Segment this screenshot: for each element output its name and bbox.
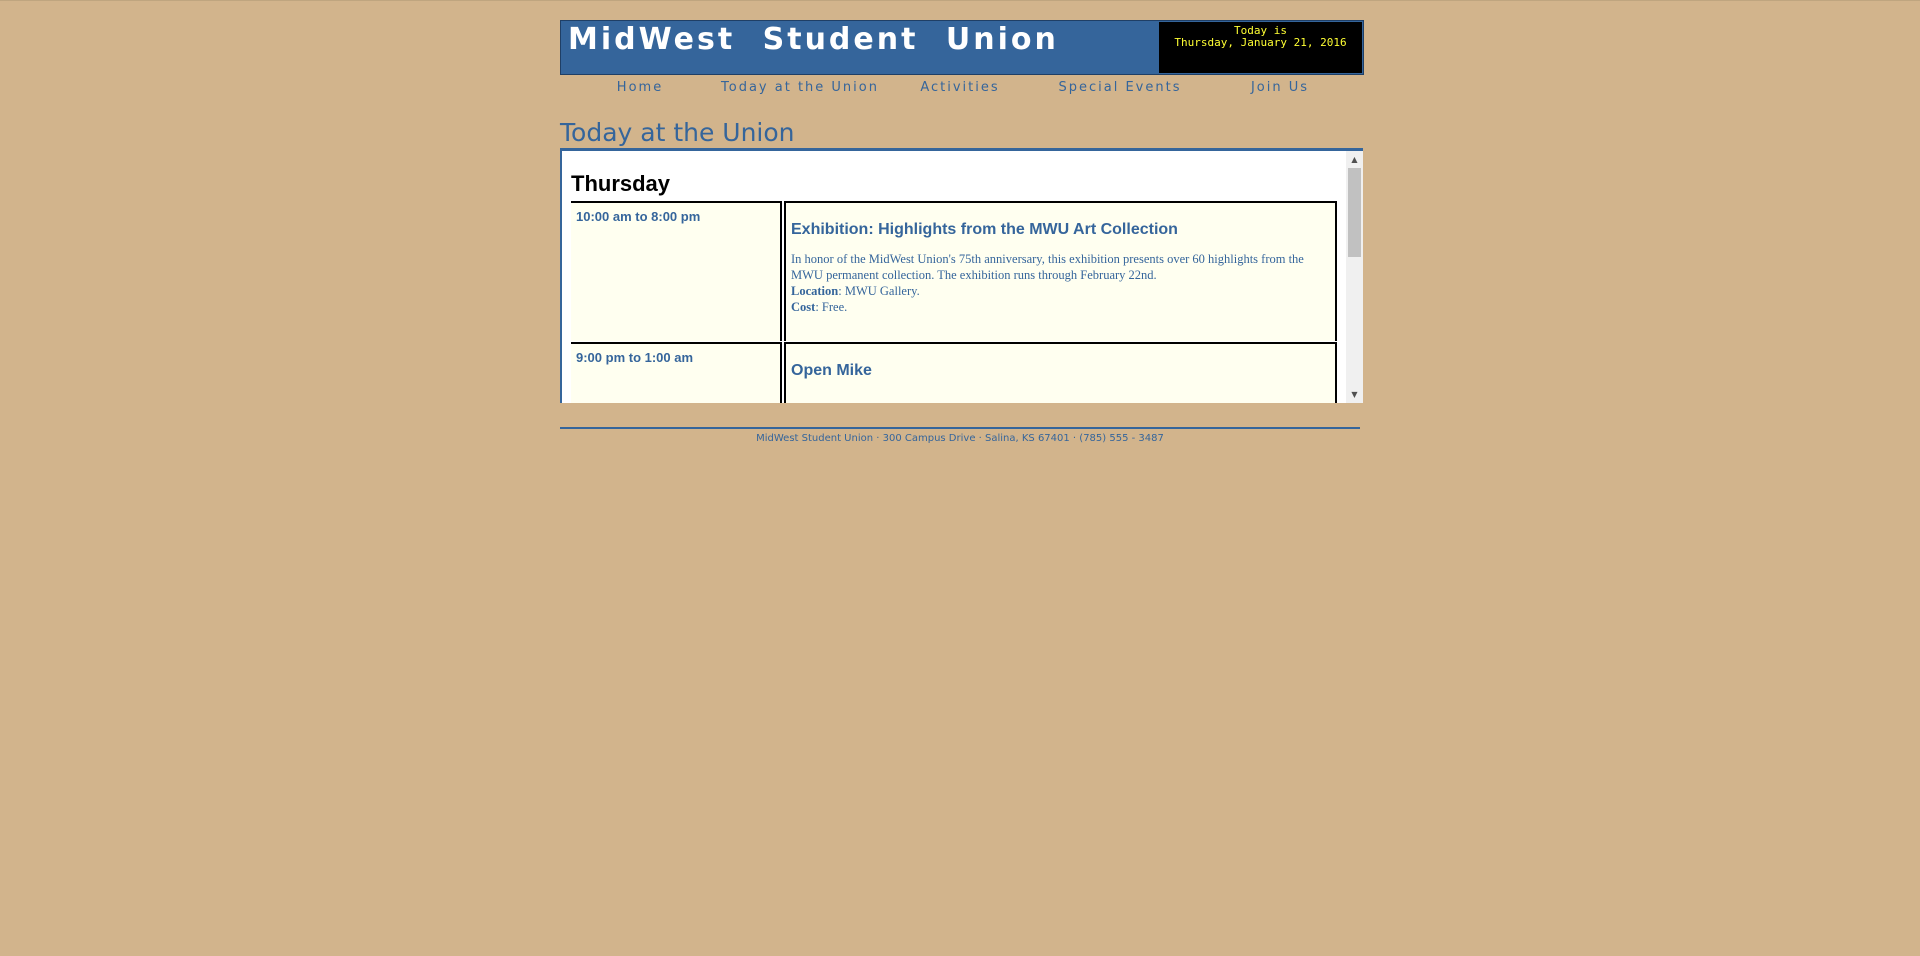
event-time: 9:00 pm to 1:00 am	[571, 342, 782, 403]
scroll-up-icon[interactable]: ▲	[1346, 151, 1363, 168]
scroll-down-icon[interactable]: ▼	[1346, 386, 1363, 403]
event-row: 10:00 am to 8:00 pm Exhibition: Highligh…	[571, 201, 1337, 341]
event-title: Open Mike	[791, 362, 872, 379]
event-row: 9:00 pm to 1:00 am Open Mike	[571, 342, 1337, 403]
page-title: Today at the Union	[560, 118, 795, 147]
event-location-label: Location	[791, 284, 839, 298]
event-location: : MWU Gallery.	[838, 284, 920, 298]
scrollbar-thumb[interactable]	[1348, 168, 1361, 257]
nav-join-us[interactable]: Join Us	[1251, 80, 1309, 95]
events-frame[interactable]: Thursday 10:00 am to 8:00 pm Exhibition:…	[560, 148, 1363, 403]
event-info: Exhibition: Highlights from the MWU Art …	[784, 201, 1337, 341]
footer-divider	[560, 427, 1360, 429]
day-heading: Thursday	[571, 171, 671, 196]
page-wrapper: MidWest Student Union Today is Thursday,…	[560, 20, 1364, 444]
main-nav: Home Today at the Union Activities Speci…	[560, 75, 1364, 101]
site-title: MidWest Student Union	[568, 22, 1059, 57]
nav-today-at-the-union[interactable]: Today at the Union	[721, 80, 879, 95]
footer-address: MidWest Student Union · 300 Campus Drive…	[756, 433, 1164, 444]
event-description: In honor of the MidWest Union's 75th ann…	[791, 251, 1331, 315]
nav-home[interactable]: Home	[617, 80, 663, 95]
event-info: Open Mike	[784, 342, 1337, 403]
event-title: Exhibition: Highlights from the MWU Art …	[791, 221, 1178, 238]
nav-special-events[interactable]: Special Events	[1059, 80, 1182, 95]
date-box: Today is Thursday, January 21, 2016	[1159, 22, 1362, 73]
event-cost: : Free.	[815, 300, 848, 314]
site-header: MidWest Student Union Today is Thursday,…	[560, 20, 1364, 75]
date-value: Thursday, January 21, 2016	[1174, 36, 1347, 49]
nav-activities[interactable]: Activities	[920, 80, 999, 95]
event-time: 10:00 am to 8:00 pm	[571, 201, 782, 341]
event-cost-label: Cost	[791, 300, 816, 314]
event-description-text: In honor of the MidWest Union's 75th ann…	[791, 252, 1304, 282]
vertical-scrollbar[interactable]: ▲ ▼	[1346, 151, 1363, 403]
